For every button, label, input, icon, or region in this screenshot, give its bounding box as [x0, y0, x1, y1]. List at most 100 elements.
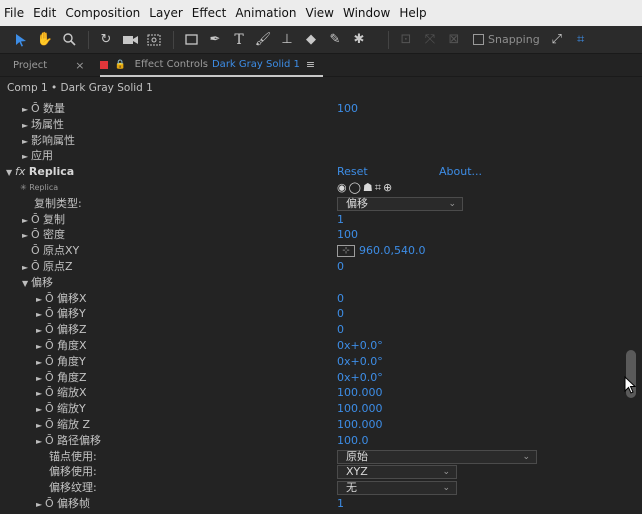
angle-x-value[interactable]: 0x+0.0° — [337, 338, 383, 354]
expand-triangle-icon[interactable]: ► — [36, 323, 45, 339]
about-link[interactable]: About... — [439, 164, 482, 180]
eraser-tool-icon[interactable]: ◆ — [300, 29, 322, 51]
expand-triangle-icon[interactable]: ► — [36, 339, 45, 355]
expand-triangle-icon[interactable]: ► — [36, 497, 45, 513]
expand-triangle-icon[interactable]: ► — [36, 418, 45, 434]
property-row-influence[interactable]: ► 影响属性 — [0, 133, 626, 149]
expand-triangle-icon[interactable]: ► — [22, 228, 31, 244]
property-group-offset[interactable]: ▼ 偏移 — [0, 275, 626, 291]
radio-icon[interactable]: ◉ — [337, 181, 349, 194]
menu-help[interactable]: Help — [399, 6, 426, 20]
panel-menu-icon[interactable]: ≡ — [306, 58, 315, 71]
scale-x-value[interactable]: 100.000 — [337, 385, 383, 401]
scale-y-value[interactable]: 100.000 — [337, 401, 383, 417]
expand-triangle-icon[interactable]: ► — [36, 371, 45, 387]
copy-value[interactable]: 1 — [337, 212, 344, 228]
type-tool-icon[interactable]: T — [228, 29, 250, 51]
menu-layer[interactable]: Layer — [149, 6, 182, 20]
expand-triangle-icon[interactable]: ► — [36, 355, 45, 371]
offset-frame-value[interactable]: 1 — [337, 496, 344, 512]
pen-tool-icon[interactable]: ✒ — [204, 29, 226, 51]
selection-tool-icon[interactable] — [10, 29, 32, 51]
close-icon[interactable]: × — [75, 59, 84, 72]
circle-icon[interactable]: ◯ — [349, 181, 363, 194]
snapping-toggle[interactable]: Snapping — [473, 33, 540, 46]
menu-edit[interactable]: Edit — [33, 6, 56, 20]
offset-y-value[interactable]: 0 — [337, 306, 344, 322]
scale-z-value[interactable]: 100.000 — [337, 417, 383, 433]
stopwatch-icon[interactable]: Ō — [45, 354, 57, 370]
tab-effect-controls[interactable]: 🔒 Effect Controls Dark Gray Solid 1 ≡ — [100, 55, 324, 77]
offset-x-value[interactable]: 0 — [337, 291, 344, 307]
expand-triangle-icon[interactable]: ► — [22, 149, 31, 165]
roto-brush-tool-icon[interactable]: ✎ — [324, 29, 346, 51]
stopwatch-icon[interactable]: Ō — [45, 338, 57, 354]
offset-use-dropdown[interactable]: XYZ ⌄ — [337, 465, 457, 480]
stopwatch-icon[interactable]: Ō — [45, 291, 57, 307]
scrollbar-track[interactable] — [626, 94, 636, 512]
stopwatch-icon[interactable]: Ō — [45, 322, 57, 338]
menu-file[interactable]: File — [4, 6, 24, 20]
lock-icon[interactable]: 🔒 — [114, 60, 125, 70]
menu-composition[interactable]: Composition — [65, 6, 140, 20]
brush-tool-icon[interactable]: 🖌 — [252, 29, 274, 51]
replica-mode-icons[interactable]: ◉◯☗⌗⊕ — [337, 180, 394, 196]
snap-edges-icon[interactable]: ⤢ — [546, 29, 568, 51]
stopwatch-icon[interactable]: Ō — [31, 259, 43, 275]
anchor-use-dropdown[interactable]: 原始 ⌄ — [337, 449, 537, 464]
menu-effect[interactable]: Effect — [192, 6, 227, 20]
rectangle-tool-icon[interactable] — [180, 29, 202, 51]
tab-project[interactable]: Project × — [0, 55, 100, 77]
expand-triangle-icon[interactable]: ► — [36, 307, 45, 323]
stopwatch-icon[interactable]: Ō — [45, 385, 57, 401]
snapping-checkbox[interactable] — [473, 34, 484, 45]
expand-triangle-icon[interactable]: ► — [22, 102, 31, 118]
stopwatch-icon[interactable]: Ō — [45, 306, 57, 322]
menu-view[interactable]: View — [306, 6, 334, 20]
world-axis-icon[interactable]: ⤧ — [419, 29, 441, 51]
local-axis-icon[interactable]: ⊡ — [395, 29, 417, 51]
collapse-triangle-icon[interactable]: ▼ — [6, 165, 15, 181]
menu-animation[interactable]: Animation — [235, 6, 296, 20]
collapse-triangle-icon[interactable]: ▼ — [22, 276, 31, 292]
effect-header-replica[interactable]: ▼ fx Replica Reset About... — [0, 164, 626, 180]
expand-triangle-icon[interactable]: ► — [22, 260, 31, 276]
offset-texture-dropdown[interactable]: 无 ⌄ — [337, 481, 457, 496]
expand-triangle-icon[interactable]: ► — [22, 118, 31, 134]
expand-triangle-icon[interactable]: ► — [36, 292, 45, 308]
property-row-apply[interactable]: ► 应用 — [0, 148, 626, 164]
pan-behind-tool-icon[interactable] — [143, 29, 165, 51]
clone-stamp-tool-icon[interactable]: ⊥ — [276, 29, 298, 51]
expand-triangle-icon[interactable]: ► — [36, 402, 45, 418]
target-icon[interactable]: ⊕ — [383, 181, 394, 194]
stopwatch-icon[interactable]: Ō — [31, 227, 43, 243]
point-picker-icon[interactable]: ⊹ — [337, 245, 355, 258]
stopwatch-icon[interactable]: Ō — [45, 401, 57, 417]
user-icon[interactable]: ☗ — [363, 181, 375, 194]
angle-y-value[interactable]: 0x+0.0° — [337, 354, 383, 370]
stopwatch-icon[interactable]: Ō — [45, 433, 57, 449]
expand-triangle-icon[interactable]: ► — [36, 386, 45, 402]
view-axis-icon[interactable]: ⊠ — [443, 29, 465, 51]
property-row-field[interactable]: ► 场属性 — [0, 117, 626, 133]
stopwatch-icon[interactable]: Ō — [45, 370, 57, 386]
origin-xy-value[interactable]: 960.0,540.0 — [359, 244, 425, 257]
menu-window[interactable]: Window — [343, 6, 390, 20]
stopwatch-icon[interactable]: Ō — [31, 243, 43, 259]
stopwatch-icon[interactable]: Ō — [45, 496, 57, 512]
expand-triangle-icon[interactable]: ► — [36, 434, 45, 450]
offset-z-value[interactable]: 0 — [337, 322, 344, 338]
density-value[interactable]: 100 — [337, 227, 358, 243]
copy-type-dropdown[interactable]: 偏移 ⌄ — [337, 196, 463, 211]
stopwatch-icon[interactable]: Ō — [31, 212, 43, 228]
camera-tool-icon[interactable] — [119, 29, 141, 51]
origin-z-value[interactable]: 0 — [337, 259, 344, 275]
fx-icon[interactable]: fx — [15, 165, 29, 178]
expand-triangle-icon[interactable]: ► — [22, 134, 31, 150]
zoom-tool-icon[interactable] — [58, 29, 80, 51]
rotate-tool-icon[interactable]: ↻ — [95, 29, 117, 51]
angle-z-value[interactable]: 0x+0.0° — [337, 370, 383, 386]
path-offset-value[interactable]: 100.0 — [337, 433, 369, 449]
stopwatch-icon[interactable]: Ō — [31, 101, 43, 117]
reset-link[interactable]: Reset — [337, 164, 368, 180]
